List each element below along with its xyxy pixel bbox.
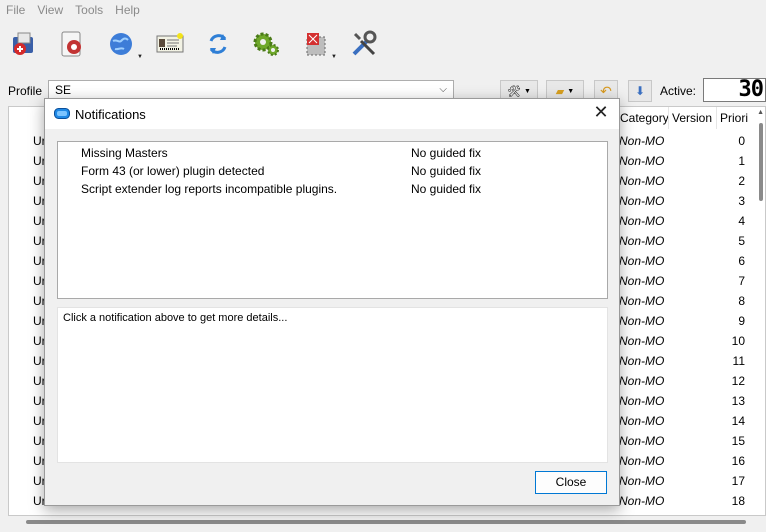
mod-category: Non-MO — [619, 494, 665, 508]
notification-item[interactable]: Script extender log reports incompatible… — [58, 180, 607, 198]
column-category[interactable]: Category — [617, 107, 669, 129]
tools-small-icon: 🛠 — [507, 85, 522, 98]
mod-category: Non-MO — [619, 234, 665, 248]
mod-category: Non-MO — [619, 134, 665, 148]
folder-icon: ▰ — [555, 85, 565, 98]
mod-category: Non-MO — [619, 194, 665, 208]
chevron-down-icon: ▼ — [567, 87, 575, 95]
nexus-button[interactable] — [54, 26, 90, 62]
install-mod-button[interactable] — [6, 26, 42, 62]
active-count-display: 30 — [703, 78, 766, 102]
settings-button[interactable] — [248, 26, 284, 62]
menu-tools[interactable]: Tools — [69, 3, 109, 17]
mod-priority: 18 — [731, 494, 745, 508]
mod-category: Non-MO — [619, 154, 665, 168]
mod-category: Non-MO — [619, 414, 665, 428]
refresh-icon — [209, 34, 227, 54]
dialog-titlebar: Notifications ✕ — [45, 99, 619, 129]
mod-priority: 7 — [738, 274, 745, 288]
mod-priority: 9 — [738, 314, 745, 328]
notification-item[interactable]: Form 43 (or lower) plugin detected No gui… — [58, 162, 607, 180]
mod-priority: 5 — [738, 234, 745, 248]
undo-icon: ↶ — [600, 82, 612, 99]
notifications-dialog: Notifications ✕ Missing Masters No guided… — [44, 98, 620, 506]
mod-priority: 14 — [731, 414, 745, 428]
mod-category: Non-MO — [619, 254, 665, 268]
browser-icon — [110, 33, 132, 55]
executables-button[interactable]: ▼ — [298, 26, 337, 62]
chevron-down-icon: ▼ — [331, 54, 337, 60]
scroll-up-icon[interactable]: ▲ — [757, 109, 764, 116]
mod-category: Non-MO — [619, 434, 665, 448]
mod-priority: 16 — [731, 454, 745, 468]
vertical-scrollbar[interactable]: ▲ — [755, 107, 765, 515]
mod-priority: 8 — [738, 294, 745, 308]
mod-priority: 10 — [731, 334, 745, 348]
notification-message: Form 43 (or lower) plugin detected — [81, 164, 265, 178]
notification-fix-status: No guided fix — [411, 182, 482, 196]
notification-message: Script extender log reports incompatible… — [81, 182, 338, 196]
mod-priority: 3 — [738, 194, 745, 208]
notification-app-icon — [54, 108, 70, 119]
mod-priority: 4 — [738, 214, 745, 228]
profile-label: Profile — [8, 84, 43, 98]
main-toolbar: ▼ ▼ — [0, 22, 766, 66]
mod-priority: 13 — [731, 394, 745, 408]
mod-category: Non-MO — [619, 354, 665, 368]
close-button[interactable]: Close — [535, 471, 607, 494]
details-text: Click a notification above to get more d… — [63, 312, 288, 324]
notification-details: Click a notification above to get more d… — [57, 307, 608, 463]
scrollbar-thumb[interactable] — [759, 123, 763, 201]
menu-help[interactable]: Help — [109, 3, 146, 17]
dialog-title: Notifications — [75, 107, 146, 122]
mod-category: Non-MO — [619, 334, 665, 348]
mod-priority: 2 — [738, 174, 745, 188]
mod-category: Non-MO — [619, 274, 665, 288]
notification-fix-status: No guided fix — [411, 146, 482, 160]
column-priority[interactable]: Priori — [717, 107, 757, 129]
mod-priority: 6 — [738, 254, 745, 268]
browser-button[interactable]: ▼ — [104, 26, 143, 62]
chevron-down-icon: ▼ — [137, 54, 143, 60]
mod-priority: 12 — [731, 374, 745, 388]
mod-priority: 11 — [732, 354, 745, 368]
close-icon[interactable]: ✕ — [591, 103, 611, 123]
notification-message: Missing Masters — [81, 146, 168, 160]
chevron-down-icon: ▼ — [524, 87, 531, 95]
profiles-button[interactable] — [152, 26, 188, 62]
notification-list[interactable]: Missing Masters No guided fix Form 43 (or … — [57, 141, 608, 299]
notification-item[interactable]: Missing Masters No guided fix — [58, 144, 607, 162]
save-icon: ⬇ — [634, 84, 646, 98]
tools-button[interactable] — [346, 26, 382, 62]
profile-value: SE — [55, 83, 72, 97]
mod-priority: 0 — [738, 134, 745, 148]
mod-category: Non-MO — [619, 214, 665, 228]
profiles-icon — [156, 33, 184, 53]
menu-bar: File View Tools Help — [0, 0, 766, 20]
notification-fix-status: No guided fix — [411, 164, 482, 178]
column-version[interactable]: Version — [669, 107, 717, 129]
chevron-down-icon: ⌵ — [439, 84, 447, 95]
refresh-button[interactable] — [200, 26, 236, 62]
mod-priority: 1 — [738, 154, 745, 168]
mod-category: Non-MO — [619, 454, 665, 468]
menu-file[interactable]: File — [0, 3, 31, 17]
mod-category: Non-MO — [619, 174, 665, 188]
mod-category: Non-MO — [619, 374, 665, 388]
nexus-icon — [61, 31, 81, 57]
executables-icon — [306, 33, 326, 56]
tools-icon — [352, 30, 377, 56]
install-mod-icon — [13, 32, 33, 55]
mod-category: Non-MO — [619, 394, 665, 408]
mod-priority: 17 — [731, 474, 745, 488]
mod-category: Non-MO — [619, 314, 665, 328]
settings-gears-icon — [253, 32, 279, 56]
horizontal-scrollbar[interactable] — [26, 520, 746, 524]
mod-priority: 15 — [731, 434, 745, 448]
active-label: Active: — [660, 84, 697, 98]
menu-view[interactable]: View — [31, 3, 69, 17]
mod-category: Non-MO — [619, 474, 665, 488]
backup-button[interactable]: ⬇ — [628, 80, 652, 102]
mod-category: Non-MO — [619, 294, 665, 308]
